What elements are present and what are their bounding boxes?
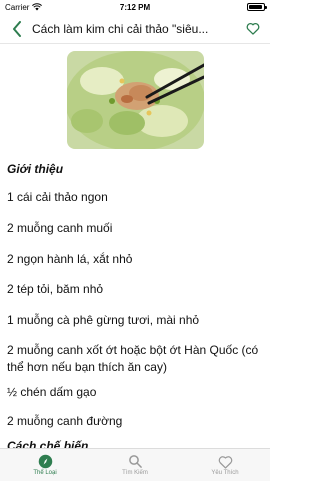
method-heading: Cách chế biến xyxy=(7,439,89,448)
ingredient-line: 2 muỗng canh đường xyxy=(7,414,123,428)
tab-label: Thể Loại xyxy=(33,470,57,476)
back-button[interactable] xyxy=(6,18,28,40)
tab-label: Yêu Thích xyxy=(211,469,239,476)
ingredient-line: 1 muỗng cà phê gừng tươi, mài nhỏ xyxy=(7,313,200,327)
tab-search[interactable]: Tìm Kiếm xyxy=(90,449,180,481)
ingredient-line: ½ chén dấm gạo xyxy=(7,385,97,399)
heart-icon xyxy=(218,455,232,469)
navigation-bar: Cách làm kim chi cải thảo "siêu... xyxy=(0,14,270,44)
ingredient-line: 2 muỗng canh muối xyxy=(7,221,113,235)
ingredient-line: 2 ngọn hành lá, xắt nhỏ xyxy=(7,252,133,266)
heart-icon xyxy=(246,23,260,35)
tab-bar: Thể Loại Tìm Kiếm Yêu Thích xyxy=(0,448,270,481)
ingredient-line: 2 muỗng canh xốt ớt hoặc bột ớt Hàn Quốc… xyxy=(7,343,259,374)
battery-icon xyxy=(247,3,267,11)
page-title: Cách làm kim chi cải thảo "siêu... xyxy=(32,21,209,36)
tab-categories[interactable]: Thể Loại xyxy=(0,449,90,481)
ingredient-line: 2 tép tỏi, băm nhỏ xyxy=(7,282,104,296)
wifi-icon xyxy=(32,3,43,11)
ingredient-line: 1 cái cải thảo ngon xyxy=(7,190,108,204)
search-icon xyxy=(128,455,142,468)
recipe-image xyxy=(67,51,204,149)
favorite-button[interactable] xyxy=(242,18,264,40)
tab-label: Tìm Kiếm xyxy=(122,470,148,476)
chevron-left-icon xyxy=(13,20,21,37)
status-bar: Carrier 7:12 PM xyxy=(0,0,270,14)
recipe-content[interactable]: Giới thiệu 1 cái cải thảo ngon 2 muỗng c… xyxy=(0,44,270,448)
status-left: Carrier xyxy=(5,2,43,12)
tab-favorites[interactable]: Yêu Thích xyxy=(180,449,270,481)
compass-icon xyxy=(38,454,52,469)
intro-heading: Giới thiệu xyxy=(7,162,64,176)
carrier-label: Carrier xyxy=(5,2,30,12)
